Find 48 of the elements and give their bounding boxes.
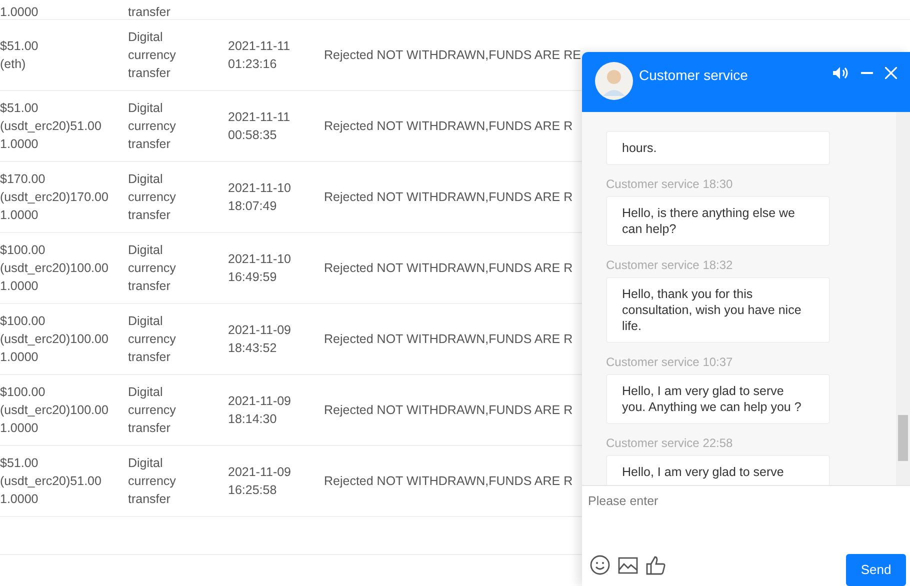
- time-cell-text: 2021-11-11 01:23:16: [228, 38, 292, 73]
- time-cell-text: 2021-11-10 16:49:59: [228, 251, 292, 286]
- send-button[interactable]: Send: [846, 554, 906, 586]
- amount-cell-text: $100.00 (usdt_erc20)100.00 1.0000: [0, 242, 110, 295]
- status-cell-text: Rejected NOT WITHDRAWN,FUNDS ARE R: [324, 188, 573, 206]
- message-input[interactable]: Please enter: [582, 486, 910, 544]
- image-icon[interactable]: [618, 556, 638, 574]
- amount-cell-text: $170.00 (usdt_erc20)170.00 1.0000: [0, 171, 110, 224]
- type-cell-text: Digital currency transfer: [128, 171, 177, 224]
- time-cell-text: 2021-11-09 18:14:30: [228, 393, 292, 428]
- message-bubble: Hello, is there anything else we can help?: [606, 196, 830, 246]
- amount-cell-text: $100.00 (usdt_erc20)100.00 1.0000: [0, 384, 110, 437]
- table-cell: transfer: [128, 5, 170, 19]
- message-sender: Customer service 18:30: [606, 176, 734, 193]
- amount-cell-text: $51.00 (eth): [0, 38, 40, 73]
- time-cell-text: 2021-11-09 16:25:58: [228, 464, 292, 499]
- status-cell-text: Rejected NOT WITHDRAWN,FUNDS ARE R: [324, 260, 573, 277]
- close-icon[interactable]: [885, 67, 897, 79]
- type-cell-text: Digital currency transfer: [128, 313, 177, 366]
- thumbs-up-icon[interactable]: [646, 555, 666, 575]
- message-sender: Customer service 22:58: [606, 435, 734, 452]
- avatar-icon: [595, 62, 633, 100]
- amount-cell-text: $100.00 (usdt_erc20)100.00 1.0000: [0, 313, 110, 366]
- status-cell-text: Rejected NOT WITHDRAWN,FUNDS ARE R: [324, 118, 573, 135]
- message-bubble: Hello, thank you for this consultation, wish you have nice life.: [606, 277, 830, 343]
- table-cell-text: 1.0000: [0, 5, 40, 19]
- type-cell-text: Digital currency transfer: [128, 29, 177, 82]
- status-cell-text: Rejected NOT WITHDRAWN,FUNDS ARE R: [324, 402, 573, 419]
- speaker-icon[interactable]: [833, 67, 849, 79]
- message-bubble: Hello, I am very glad to serve: [606, 455, 830, 485]
- message-sender: Customer service 10:37: [606, 354, 734, 371]
- status-cell-text: Rejected NOT WITHDRAWN,FUNDS ARE R: [324, 472, 573, 490]
- time-cell-text: 2021-11-09 18:43:52: [228, 322, 292, 357]
- chat-title: Customer service: [639, 66, 749, 85]
- type-cell-text: Digital currency transfer: [128, 455, 177, 508]
- status-cell-text: Rejected NOT WITHDRAWN,FUNDS ARE RE: [324, 46, 581, 64]
- type-cell-text: Digital currency transfer: [128, 384, 177, 437]
- amount-cell-text: $51.00 (usdt_erc20)51.00 1.0000: [0, 455, 102, 508]
- smiley-icon[interactable]: [590, 555, 610, 575]
- message-bubble: hours.: [606, 131, 830, 165]
- message-sender: Customer service 18:32: [606, 257, 734, 274]
- time-cell-text: 2021-11-10 18:07:49: [228, 180, 292, 215]
- time-cell-text: 2021-11-11 00:58:35: [228, 109, 292, 144]
- message-bubble: Hello, I am very glad to serve you. Anything we can help you ?: [606, 374, 830, 424]
- type-cell-text: Digital currency transfer: [128, 100, 177, 153]
- type-cell-text: Digital currency transfer: [128, 242, 177, 295]
- amount-cell-text: $51.00 (usdt_erc20)51.00 1.0000: [0, 100, 102, 153]
- status-cell-text: Rejected NOT WITHDRAWN,FUNDS ARE R: [324, 330, 573, 348]
